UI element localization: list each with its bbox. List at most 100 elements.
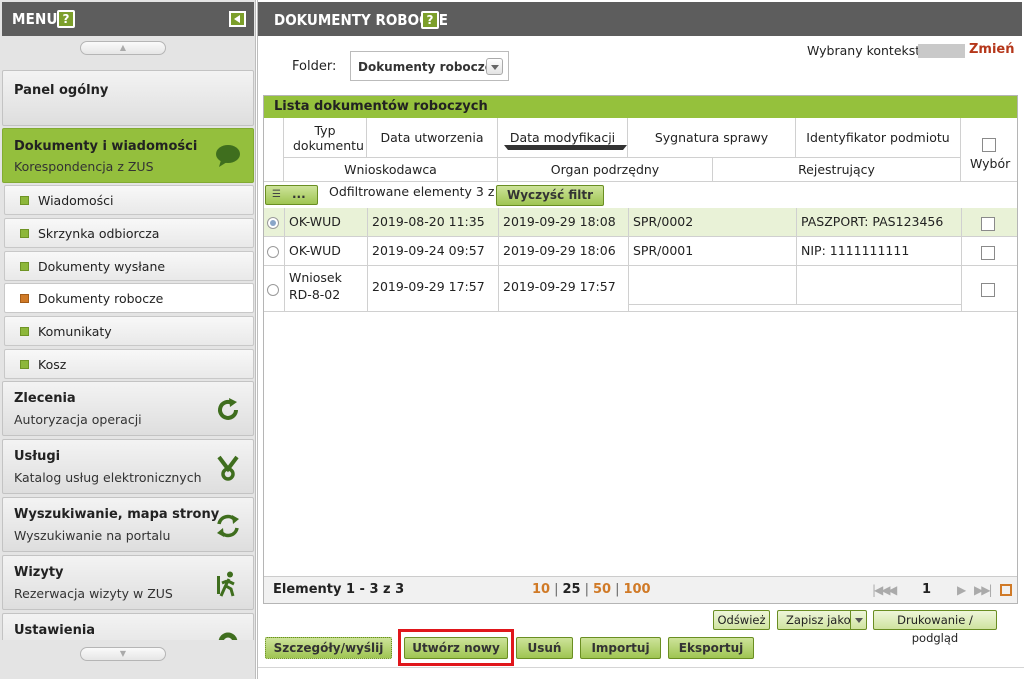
cell-data-modyfikacji: 2019-09-29 18:06 <box>503 243 616 258</box>
print-preview-button[interactable]: Drukowanie / podgląd <box>873 610 997 645</box>
grid-title: Lista dokumentów roboczych <box>264 96 1017 118</box>
row-radio[interactable] <box>267 217 279 229</box>
last-page-icon[interactable]: ▶▶| <box>974 583 992 597</box>
bullet-icon <box>20 327 29 336</box>
save-as-button[interactable]: Zapisz jako <box>777 610 867 630</box>
next-page-icon[interactable]: ▶ <box>957 583 966 597</box>
refresh-button[interactable]: Odśwież <box>713 610 770 630</box>
scroll-down-button[interactable]: ▼ <box>80 647 166 661</box>
bullet-icon <box>20 229 29 238</box>
header-data-modyfikacji[interactable]: Data modyfikacji <box>498 118 628 158</box>
column-divider <box>796 208 797 237</box>
sidebar-item-skrzynka-odbiorcza[interactable]: Skrzynka odbiorcza <box>4 218 254 248</box>
header-organ-podrzedny[interactable]: Organ podrzędny <box>498 158 713 182</box>
row-radio[interactable] <box>267 284 279 296</box>
category-subtitle: Autoryzacja operacji <box>14 412 142 427</box>
cell-typ-line1: Wniosek <box>289 270 342 285</box>
services-fork-icon <box>217 455 239 481</box>
sidebar-category-ustawienia[interactable]: Ustawienia <box>2 613 254 640</box>
cell-data-modyfikacji: 2019-09-29 18:08 <box>503 214 616 229</box>
documents-grid: Lista dokumentów roboczych Typ dokumentu… <box>263 95 1018 604</box>
row-checkbox[interactable] <box>981 283 995 297</box>
walking-person-icon <box>217 571 235 597</box>
cell-identyfikator: PASZPORT: PAS123456 <box>801 214 944 229</box>
delete-button[interactable]: Usuń <box>516 637 573 659</box>
column-divider <box>498 237 499 266</box>
prev-page-icon[interactable]: ◀ <box>888 583 897 597</box>
chevron-down-icon[interactable] <box>850 611 866 629</box>
page-size-selector: 10 | 25 | 50 | 100 <box>532 582 651 597</box>
header-label: Typ dokumentu <box>293 123 364 153</box>
create-new-button[interactable]: Utwórz nowy <box>404 637 508 659</box>
filter-button[interactable]: ☰ ... <box>265 185 318 205</box>
column-divider <box>628 208 629 237</box>
sidebar-item-dokumenty-robocze[interactable]: Dokumenty robocze <box>4 283 254 313</box>
details-send-button[interactable]: Szczegóły/wyślij <box>265 637 392 659</box>
cell-identyfikator: NIP: 1111111111 <box>801 243 910 258</box>
import-button[interactable]: Importuj <box>580 637 661 659</box>
folder-select[interactable]: Dokumenty robocze <box>350 51 509 81</box>
chevron-down-icon[interactable] <box>486 58 503 75</box>
sidebar-category-wizyty[interactable]: Wizyty Rezerwacja wizyty w ZUS <box>2 555 254 610</box>
change-context-link[interactable]: Zmień <box>969 42 1015 57</box>
row-checkbox[interactable] <box>981 217 995 231</box>
sidebar-item-label: Komunikaty <box>38 324 112 339</box>
sidebar-category-panel-ogolny[interactable]: Panel ogólny <box>2 70 254 126</box>
sidebar-item-dokumenty-wyslane[interactable]: Dokumenty wysłane <box>4 251 254 281</box>
header-label: Data modyfikacji <box>509 130 616 145</box>
row-checkbox[interactable] <box>981 246 995 260</box>
table-row[interactable]: Wniosek RD-8-02 2019-09-29 17:57 2019-09… <box>264 266 1017 312</box>
sort-desc-icon <box>504 145 627 150</box>
header-sygnatura-sprawy[interactable]: Sygnatura sprawy <box>628 118 796 158</box>
filter-icon: ☰ <box>272 189 281 200</box>
page-size-50[interactable]: 50 <box>593 582 611 597</box>
sidebar-item-label: Dokumenty wysłane <box>38 259 166 274</box>
sidebar-item-label: Skrzynka odbiorcza <box>38 226 160 241</box>
separator: | <box>554 582 559 597</box>
header-identyfikator-podmiotu[interactable]: Identyfikator podmiotu <box>796 118 961 158</box>
bullet-icon <box>20 262 29 271</box>
sidebar-category-wyszukiwanie[interactable]: Wyszukiwanie, mapa strony Wyszukiwanie n… <box>2 497 254 552</box>
main-panel: DOKUMENTY ROBOCZE ? Folder: Dokumenty ro… <box>257 0 1024 679</box>
select-all-checkbox[interactable] <box>982 138 996 152</box>
clear-filter-button[interactable]: Wyczyść filtr <box>496 185 604 206</box>
help-icon[interactable]: ? <box>421 11 439 29</box>
column-divider <box>284 208 285 237</box>
sidebar-title: MENU <box>12 10 58 28</box>
header-rejestrujacy[interactable]: Rejestrujący <box>713 158 961 182</box>
page-size-100[interactable]: 100 <box>623 582 650 597</box>
export-button[interactable]: Eksportuj <box>668 637 754 659</box>
category-title: Wyszukiwanie, mapa strony <box>14 507 220 522</box>
collapse-sidebar-icon[interactable] <box>229 11 246 27</box>
table-row[interactable]: OK-WUD 2019-08-20 11:35 2019-09-29 18:08… <box>264 208 1017 237</box>
sidebar-item-wiadomosci[interactable]: Wiadomości <box>4 185 254 215</box>
header-label: Sygnatura sprawy <box>654 130 769 145</box>
column-divider <box>628 237 629 266</box>
column-divider <box>961 208 962 237</box>
column-divider <box>796 237 797 266</box>
page-size-25[interactable]: 25 <box>562 582 580 597</box>
sidebar-category-zlecenia[interactable]: Zlecenia Autoryzacja operacji <box>2 381 254 436</box>
table-row[interactable]: OK-WUD 2019-09-24 09:57 2019-09-29 18:06… <box>264 237 1017 266</box>
cell-typ: OK-WUD <box>289 214 341 229</box>
page-size-10[interactable]: 10 <box>532 582 550 597</box>
column-divider <box>961 237 962 266</box>
header-data-utworzenia[interactable]: Data utworzenia <box>367 118 498 158</box>
sidebar-menu: Panel ogólny Dokumenty i wiadomości Kore… <box>2 70 254 640</box>
bullet-icon <box>20 294 29 303</box>
page-options-icon[interactable] <box>1000 584 1012 596</box>
current-page: 1 <box>922 582 932 597</box>
scroll-up-button[interactable]: ▲ <box>80 41 166 55</box>
category-title: Ustawienia <box>14 623 96 638</box>
header-typ-dokumentu[interactable]: Typ dokumentu <box>284 118 367 158</box>
sidebar-item-kosz[interactable]: Kosz <box>4 349 254 379</box>
header-wnioskodawca[interactable]: Wnioskodawca <box>284 158 498 182</box>
header-spacer <box>264 118 284 182</box>
sidebar-category-dokumenty[interactable]: Dokumenty i wiadomości Korespondencja z … <box>2 128 254 183</box>
row-radio[interactable] <box>267 246 279 258</box>
first-page-icon[interactable]: |◀◀ <box>872 583 890 597</box>
sidebar-item-komunikaty[interactable]: Komunikaty <box>4 316 254 346</box>
help-icon[interactable]: ? <box>57 10 75 28</box>
sidebar-category-uslugi[interactable]: Usługi Katalog usług elektronicznych <box>2 439 254 494</box>
save-as-label: Zapisz jako <box>786 613 851 627</box>
